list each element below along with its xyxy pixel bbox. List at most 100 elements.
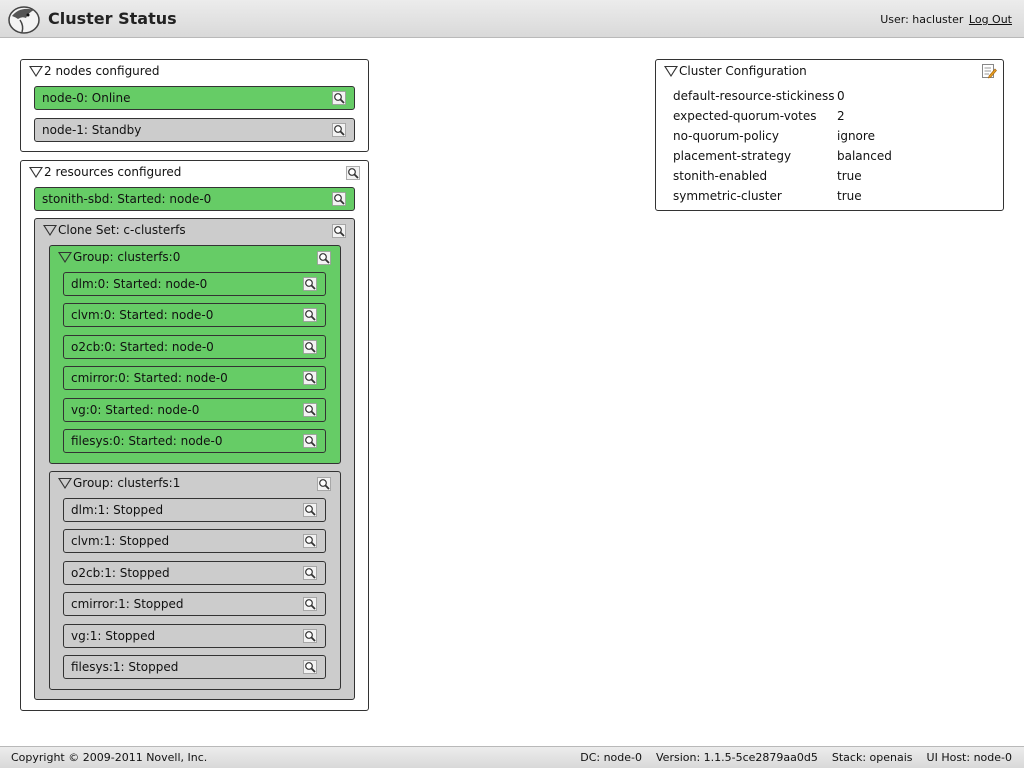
magnifier-icon[interactable] bbox=[303, 371, 317, 386]
magnifier-icon[interactable] bbox=[303, 534, 317, 549]
config-property-value: ignore bbox=[837, 129, 875, 143]
config-property-row: stonith-enabled true bbox=[673, 166, 892, 186]
group-clusterfs-1: Group: clusterfs:1 dlm:1: Stopped clvm:1:… bbox=[49, 471, 341, 690]
resource-label: filesys:1: Stopped bbox=[71, 660, 179, 674]
magnifier-icon[interactable] bbox=[303, 660, 317, 674]
magnifier-icon[interactable] bbox=[346, 166, 360, 180]
nodes-panel-header[interactable]: 2 nodes configured bbox=[29, 64, 159, 78]
falcon-logo-icon bbox=[8, 6, 40, 34]
group-header[interactable]: Group: clusterfs:0 bbox=[58, 250, 180, 264]
magnifier-icon[interactable] bbox=[317, 251, 331, 265]
magnifier-icon[interactable] bbox=[317, 477, 331, 491]
dc-text: DC: node-0 bbox=[580, 751, 642, 764]
resource-row[interactable]: vg:0: Started: node-0 bbox=[63, 397, 326, 422]
resources-panel: 2 resources configured stonith-sbd: Star… bbox=[20, 160, 369, 711]
magnifier-icon[interactable] bbox=[332, 123, 346, 137]
logout-link[interactable]: Log Out bbox=[969, 13, 1012, 26]
resource-label: vg:0: Started: node-0 bbox=[71, 402, 200, 417]
footer-status: DC: node-0 Version: 1.1.5-5ce2879aa0d5 S… bbox=[580, 751, 1012, 764]
magnifier-icon[interactable] bbox=[332, 192, 346, 206]
node-row-node-1[interactable]: node-1: Standby bbox=[34, 118, 355, 142]
version-text: Version: 1.1.5-5ce2879aa0d5 bbox=[656, 751, 818, 764]
resource-label: clvm:1: Stopped bbox=[71, 534, 170, 549]
config-property-key: expected-quorum-votes bbox=[673, 109, 817, 123]
resource-row[interactable]: cmirror:1: Stopped bbox=[63, 592, 326, 617]
resource-row[interactable]: filesys:1: Stopped bbox=[63, 655, 326, 679]
config-property-key: stonith-enabled bbox=[673, 169, 768, 183]
resource-label: filesys:0: Started: node-0 bbox=[71, 434, 223, 448]
footer-bar: Copyright © 2009-2011 Novell, Inc. DC: n… bbox=[0, 746, 1024, 768]
resource-row[interactable]: cmirror:0: Started: node-0 bbox=[63, 366, 326, 391]
node-row-node-0[interactable]: node-0: Online bbox=[34, 86, 355, 110]
resources-panel-title: 2 resources configured bbox=[44, 165, 182, 179]
magnifier-icon[interactable] bbox=[303, 434, 317, 448]
resource-row[interactable]: filesys:0: Started: node-0 bbox=[63, 429, 326, 453]
node-label: node-1: Standby bbox=[42, 123, 142, 137]
collapse-triangle-icon[interactable] bbox=[43, 224, 57, 236]
config-property-row: symmetric-cluster true bbox=[673, 186, 892, 206]
collapse-triangle-icon[interactable] bbox=[29, 65, 43, 77]
group-clusterfs-0: Group: clusterfs:0 dlm:0: Started: node-… bbox=[49, 245, 341, 464]
collapse-triangle-icon[interactable] bbox=[664, 65, 678, 77]
clone-set-c-clusterfs: Clone Set: c-clusterfs Group: clusterfs:… bbox=[34, 218, 355, 700]
config-property-row: expected-quorum-votes 2 bbox=[673, 106, 892, 126]
resource-row[interactable]: o2cb:1: Stopped bbox=[63, 560, 326, 585]
magnifier-icon[interactable] bbox=[332, 91, 346, 105]
resource-label: cmirror:0: Started: node-0 bbox=[71, 371, 228, 386]
resource-row[interactable]: dlm:1: Stopped bbox=[63, 498, 326, 522]
resource-label: vg:1: Stopped bbox=[71, 628, 156, 643]
clone-set-header[interactable]: Clone Set: c-clusterfs bbox=[43, 223, 186, 237]
config-property-key: symmetric-cluster bbox=[673, 189, 782, 203]
resource-row[interactable]: clvm:1: Stopped bbox=[63, 529, 326, 554]
resource-label: o2cb:1: Stopped bbox=[71, 565, 170, 580]
config-property-row: no-quorum-policy ignore bbox=[673, 126, 892, 146]
stack-text: Stack: openais bbox=[831, 751, 913, 764]
resource-label: cmirror:1: Stopped bbox=[71, 597, 184, 612]
group-header[interactable]: Group: clusterfs:1 bbox=[58, 476, 180, 490]
magnifier-icon[interactable] bbox=[303, 597, 317, 612]
config-properties-table: default-resource-stickiness 0 expected-quo… bbox=[673, 86, 892, 206]
resource-label: clvm:0: Started: node-0 bbox=[71, 308, 214, 323]
collapse-triangle-icon[interactable] bbox=[58, 477, 72, 489]
magnifier-icon[interactable] bbox=[303, 565, 317, 580]
config-property-value: 0 bbox=[837, 89, 845, 103]
magnifier-icon[interactable] bbox=[303, 277, 317, 291]
ui-host-text: UI Host: node-0 bbox=[926, 751, 1012, 764]
config-property-value: 2 bbox=[837, 109, 845, 123]
copyright-text: Copyright © 2009-2011 Novell, Inc. bbox=[11, 751, 208, 764]
config-property-row: default-resource-stickiness 0 bbox=[673, 86, 892, 106]
config-panel-title: Cluster Configuration bbox=[679, 64, 807, 78]
config-property-key: placement-strategy bbox=[673, 149, 792, 163]
magnifier-icon[interactable] bbox=[303, 628, 317, 643]
magnifier-icon[interactable] bbox=[303, 402, 317, 417]
nodes-panel-title: 2 nodes configured bbox=[44, 64, 160, 78]
config-property-value: true bbox=[837, 169, 862, 183]
magnifier-icon[interactable] bbox=[303, 503, 317, 517]
group-title: Group: clusterfs:0 bbox=[73, 250, 181, 264]
resource-row[interactable]: o2cb:0: Started: node-0 bbox=[63, 334, 326, 359]
magnifier-icon[interactable] bbox=[332, 224, 346, 238]
nodes-panel: 2 nodes configured node-0: Online node-1… bbox=[20, 59, 369, 152]
user-label: User: hacluster bbox=[880, 13, 964, 26]
config-panel-header[interactable]: Cluster Configuration bbox=[664, 64, 807, 78]
resource-row[interactable]: clvm:0: Started: node-0 bbox=[63, 303, 326, 328]
resources-panel-header[interactable]: 2 resources configured bbox=[29, 165, 181, 179]
clone-set-title: Clone Set: c-clusterfs bbox=[58, 223, 186, 237]
resource-row[interactable]: dlm:0: Started: node-0 bbox=[63, 272, 326, 296]
magnifier-icon[interactable] bbox=[303, 308, 317, 323]
group-title: Group: clusterfs:1 bbox=[73, 476, 181, 490]
resource-row-stonith-sbd[interactable]: stonith-sbd: Started: node-0 bbox=[34, 187, 355, 211]
resource-row[interactable]: vg:1: Stopped bbox=[63, 623, 326, 648]
config-property-value: balanced bbox=[837, 149, 892, 163]
config-property-key: no-quorum-policy bbox=[673, 129, 779, 143]
resource-label: stonith-sbd: Started: node-0 bbox=[42, 192, 212, 206]
config-property-key: default-resource-stickiness bbox=[673, 89, 835, 103]
resource-label: dlm:0: Started: node-0 bbox=[71, 277, 208, 291]
magnifier-icon[interactable] bbox=[303, 339, 317, 354]
collapse-triangle-icon[interactable] bbox=[58, 251, 72, 263]
node-label: node-0: Online bbox=[42, 91, 131, 105]
collapse-triangle-icon[interactable] bbox=[29, 166, 43, 178]
resource-label: o2cb:0: Started: node-0 bbox=[71, 339, 214, 354]
edit-icon[interactable] bbox=[981, 63, 997, 79]
page-title: Cluster Status bbox=[48, 9, 177, 28]
